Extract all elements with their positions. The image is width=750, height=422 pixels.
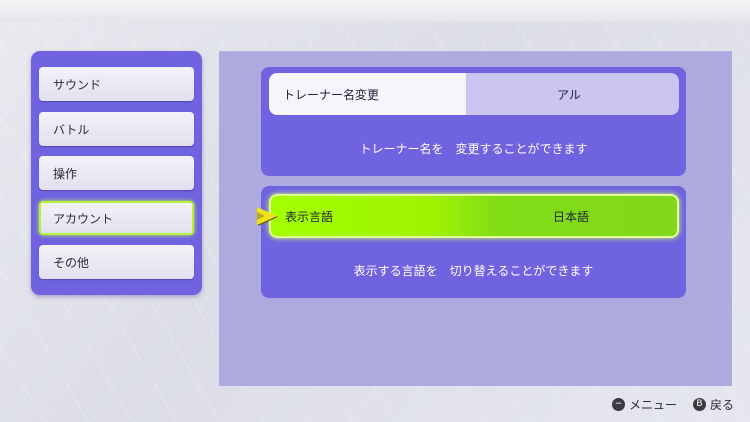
back-hint[interactable]: B 戻る xyxy=(692,396,734,413)
menu-item-battle[interactable]: バトル xyxy=(39,112,194,146)
minus-button-icon: − xyxy=(611,397,625,411)
menu-item-other[interactable]: その他 xyxy=(39,245,194,279)
setting-description: トレーナー名を 変更することができます xyxy=(359,142,588,156)
menu-hint[interactable]: − メニュー xyxy=(611,396,677,413)
setting-description: 表示する言語を 切り替えることができます xyxy=(353,264,594,278)
menu-item-label: 操作 xyxy=(53,166,78,181)
setting-card-display-language: 表示言語 日本語 表示する言語を 切り替えることができます xyxy=(261,186,686,298)
top-bar xyxy=(0,0,750,22)
selection-cursor-icon xyxy=(257,207,277,225)
menu-item-controls[interactable]: 操作 xyxy=(39,156,194,190)
setting-name: 表示言語 xyxy=(285,209,334,224)
menu-item-account[interactable]: アカウント xyxy=(39,201,194,235)
menu-item-label: アカウント xyxy=(53,211,114,226)
display-language-setting-row[interactable]: 表示言語 日本語 xyxy=(269,194,679,238)
menu-item-label: サウンド xyxy=(53,77,102,92)
settings-panel: トレーナー名変更 アル トレーナー名を 変更することができます 表示言語 日本語… xyxy=(219,51,732,386)
b-button-icon: B xyxy=(692,397,706,411)
menu-item-label: その他 xyxy=(53,255,90,270)
back-hint-label: 戻る xyxy=(709,397,734,412)
setting-name: トレーナー名変更 xyxy=(283,87,380,102)
trainer-name-setting-row[interactable]: トレーナー名変更 アル xyxy=(269,73,679,115)
setting-value: アル xyxy=(557,87,581,102)
menu-item-sound[interactable]: サウンド xyxy=(39,67,194,101)
category-menu: サウンド バトル 操作 アカウント その他 xyxy=(31,51,202,295)
button-hints: − メニュー B 戻る xyxy=(602,395,734,413)
setting-card-trainer-name: トレーナー名変更 アル トレーナー名を 変更することができます xyxy=(261,67,686,176)
menu-item-label: バトル xyxy=(53,122,90,137)
setting-value: 日本語 xyxy=(552,209,589,224)
menu-hint-label: メニュー xyxy=(628,397,677,412)
